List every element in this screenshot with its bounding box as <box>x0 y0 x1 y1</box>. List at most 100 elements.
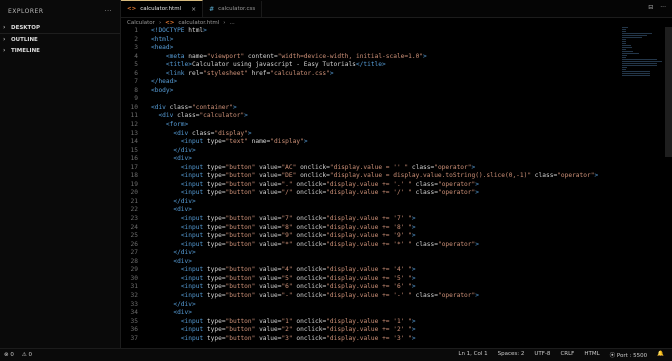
code-line[interactable]: 6 <link rel="stylesheet" href="calculato… <box>121 70 672 79</box>
line-number: 9 <box>134 95 138 103</box>
line-text: <body> <box>151 86 174 94</box>
cursor-position[interactable]: Ln 1, Col 1 <box>458 351 487 359</box>
indentation[interactable]: Spaces: 2 <box>498 351 525 359</box>
code-line[interactable]: 37 <input type="button" value="3" onclic… <box>121 335 672 344</box>
line-number: 33 <box>130 300 138 308</box>
code-line[interactable]: 27 </div> <box>121 249 672 258</box>
line-text: <input type="button" value="5" onclick="… <box>180 274 416 282</box>
line-number: 8 <box>134 86 138 94</box>
vertical-scrollbar[interactable] <box>665 27 672 157</box>
line-number: 13 <box>130 129 138 137</box>
code-line[interactable]: 3 <head> <box>121 44 672 53</box>
code-line[interactable]: 4 <meta name="viewport" content="width=d… <box>121 53 672 62</box>
line-number: 31 <box>130 283 138 291</box>
line-number: 12 <box>130 121 138 129</box>
line-text: <input type="button" value="1" onclick="… <box>180 317 416 325</box>
code-line[interactable]: 36 <input type="button" value="2" onclic… <box>121 326 672 335</box>
code-line[interactable]: 17 <input type="button" value="AC" oncli… <box>121 164 672 173</box>
html-file-icon: <> <box>127 6 137 12</box>
code-line[interactable]: 2 <html> <box>121 36 672 45</box>
line-number: 15 <box>130 146 138 154</box>
line-number: 37 <box>130 334 138 342</box>
more-actions-icon[interactable]: ··· <box>660 4 666 11</box>
explorer-more-icon[interactable]: ··· <box>105 8 112 15</box>
chevron-right-icon: › <box>3 47 6 54</box>
code-line[interactable]: 13 <div class="display"> <box>121 130 672 139</box>
explorer-section-outline[interactable]: › OUTLINE <box>0 34 120 45</box>
line-text: <input type="button" value="-" onclick="… <box>180 291 479 299</box>
code-line[interactable]: 16 <div> <box>121 155 672 164</box>
code-line[interactable]: 35 <input type="button" value="1" onclic… <box>121 318 672 327</box>
line-text: <div> <box>173 257 192 265</box>
line-number: 30 <box>130 274 138 282</box>
breadcrumb-more[interactable]: ... <box>229 20 234 26</box>
code-line[interactable]: 28 <div> <box>121 258 672 267</box>
code-line[interactable]: 29 <input type="button" value="4" onclic… <box>121 266 672 275</box>
breadcrumb-file[interactable]: calculator.html <box>178 20 219 26</box>
line-text: <link rel="stylesheet" href="calculator.… <box>165 69 334 77</box>
code-line[interactable]: 33 </div> <box>121 301 672 310</box>
code-line[interactable]: 24 <input type="button" value="8" onclic… <box>121 224 672 233</box>
line-text: <input type="text" name="display"> <box>180 138 308 146</box>
code-line[interactable]: 34 <div> <box>121 309 672 318</box>
code-line[interactable]: 11 <div class="calculator"> <box>121 112 672 121</box>
line-text: <input type="button" value="*" onclick="… <box>180 240 479 248</box>
code-line[interactable]: 8 <body> <box>121 87 672 96</box>
line-number: 2 <box>134 35 138 43</box>
tab-calculator-css[interactable]: # calculator.css <box>203 1 263 17</box>
editor-area: <> calculator.html × # calculator.css ⊟ … <box>121 0 672 348</box>
line-text: <input type="button" value="6" onclick="… <box>180 283 416 291</box>
encoding[interactable]: UTF-8 <box>534 351 550 359</box>
code-line[interactable]: 1 <!DOCTYPE html> <box>121 27 672 36</box>
code-line[interactable]: 12 <form> <box>121 121 672 130</box>
tab-calculator-html[interactable]: <> calculator.html × <box>121 0 204 17</box>
breadcrumb-folder[interactable]: Calculator <box>127 20 155 26</box>
line-number: 35 <box>130 317 138 325</box>
code-editor[interactable]: 1 <!DOCTYPE html> 2 <html> 3 <head> 4 <meta na… <box>121 27 672 348</box>
code-line[interactable]: 32 <input type="button" value="-" onclic… <box>121 292 672 301</box>
line-text: <div> <box>173 155 192 163</box>
line-ending[interactable]: CRLF <box>560 351 574 359</box>
code-line[interactable]: 5 <title>Calculator using javascript - E… <box>121 61 672 70</box>
bell-icon[interactable]: 🔔 <box>657 351 664 359</box>
explorer-section-desktop[interactable]: › DESKTOP <box>0 22 120 34</box>
code-line[interactable]: 21 </div> <box>121 198 672 207</box>
live-server-port[interactable]: ⦿ Port : 5500 <box>610 351 648 359</box>
line-text: </div> <box>173 146 196 154</box>
code-line[interactable]: 22 <div> <box>121 206 672 215</box>
line-number: 28 <box>130 257 138 265</box>
split-editor-icon[interactable]: ⊟ <box>648 4 653 11</box>
line-text: <input type="button" value="7" onclick="… <box>180 215 416 223</box>
warnings-indicator[interactable]: ⚠ 0 <box>22 352 32 358</box>
line-text: <title>Calculator using javascript - Eas… <box>165 61 386 69</box>
code-line[interactable]: 30 <input type="button" value="5" onclic… <box>121 275 672 284</box>
line-number: 6 <box>134 69 138 77</box>
code-line[interactable]: 10 <div class="container"> <box>121 104 672 113</box>
minimap[interactable] <box>622 27 662 77</box>
code-line[interactable]: 9 <box>121 95 672 104</box>
line-text: <input type="button" value="3" onclick="… <box>180 334 416 342</box>
code-line[interactable]: 15 </div> <box>121 147 672 156</box>
line-text: <div class="display"> <box>173 129 252 137</box>
line-text: <!DOCTYPE html> <box>151 27 207 34</box>
code-line[interactable]: 23 <input type="button" value="7" onclic… <box>121 215 672 224</box>
line-number: 17 <box>130 163 138 171</box>
code-line[interactable]: 19 <input type="button" value="." onclic… <box>121 181 672 190</box>
code-line[interactable]: 31 <input type="button" value="6" onclic… <box>121 283 672 292</box>
code-line[interactable]: 26 <input type="button" value="*" onclic… <box>121 241 672 250</box>
line-number: 27 <box>130 249 138 257</box>
explorer-section-timeline[interactable]: › TIMELINE <box>0 45 120 56</box>
line-number: 22 <box>130 206 138 214</box>
language-mode[interactable]: HTML <box>584 351 599 359</box>
code-line[interactable]: 7 </head> <box>121 78 672 87</box>
close-icon[interactable]: × <box>191 6 196 13</box>
line-text: <div class="calculator"> <box>158 112 248 120</box>
code-line[interactable]: 20 <input type="button" value="/" onclic… <box>121 189 672 198</box>
line-text: </head> <box>151 78 178 86</box>
code-line[interactable]: 18 <input type="button" value="DE" oncli… <box>121 172 672 181</box>
code-line[interactable]: 25 <input type="button" value="9" onclic… <box>121 232 672 241</box>
chevron-right-icon: › <box>3 36 6 43</box>
code-line[interactable]: 14 <input type="text" name="display"> <box>121 138 672 147</box>
errors-indicator[interactable]: ⊗ 0 <box>4 352 14 358</box>
explorer-header: EXPLORER ··· <box>0 0 120 22</box>
